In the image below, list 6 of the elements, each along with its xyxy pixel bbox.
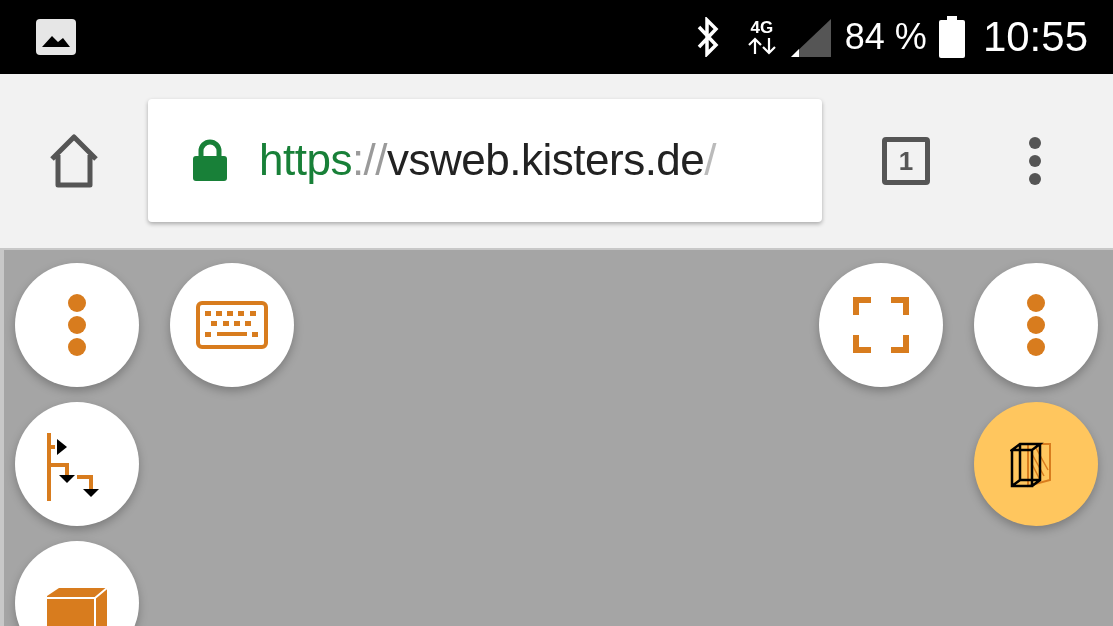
tab-count-button[interactable]: 1 (882, 137, 930, 185)
clock: 10:55 (982, 13, 1088, 61)
network-type: 4G (750, 19, 774, 37)
battery-level: 84 % (844, 16, 927, 58)
url-text: https://vsweb.kisters.de/ (259, 135, 717, 185)
address-bar[interactable]: https://vsweb.kisters.de/ (148, 98, 822, 222)
